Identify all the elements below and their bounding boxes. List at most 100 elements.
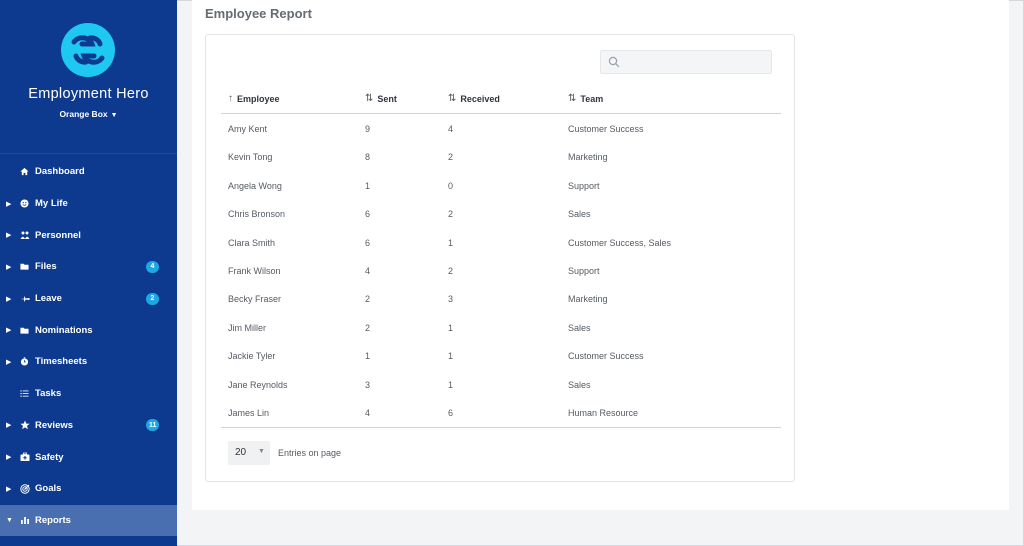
search-icon [608,56,620,68]
bar-chart-icon [19,515,30,526]
column-header-sent[interactable]: ⇅ Sent [365,93,397,104]
table-row[interactable]: Frank Wilson 4 2 Support [221,256,781,284]
employee-name-cell: Jackie Tyler [228,351,276,362]
sidebar-item-label: Safety [35,451,64,463]
column-header-received[interactable]: ⇅ Received [448,93,500,104]
sidebar-item-nominations[interactable]: ▶ Nominations [0,314,177,346]
caret-down-icon[interactable]: ▼ [6,517,13,524]
sidebar-item-label: Personnel [35,229,81,241]
caret-right-icon[interactable]: ▶ [6,453,12,461]
sidebar-nav: Dashboard ▶ My Life ▶ Personnel ▶ Files 4 ▶ Leave… [0,156,177,537]
table-row[interactable]: Chris Bronson 6 2 Sales [221,199,781,227]
sidebar-item-timesheets[interactable]: ▶ Timesheets [0,346,177,378]
people-icon [19,230,30,241]
employee-name-cell: Frank Wilson [228,265,281,276]
sent-count-cell: 8 [365,152,371,163]
team-cell: Human Resource [568,407,639,418]
sort-ascending-icon: ↑ [228,93,233,104]
caret-right-icon[interactable]: ▶ [6,421,12,429]
sidebar-item-label: Reports [35,514,71,526]
caret-right-icon[interactable]: ▶ [6,231,12,239]
table-row[interactable]: Becky Fraser 2 3 Marketing [221,284,781,312]
first-aid-icon [19,452,30,463]
sidebar-item-tasks[interactable]: Tasks [0,378,177,410]
sidebar-item-label: Dashboard [35,166,85,178]
column-header-team[interactable]: ⇅ Team [568,93,603,104]
table-row[interactable]: Jane Reynolds 3 1 Sales [221,370,781,398]
team-cell: Sales [568,322,591,333]
sidebar-item-safety[interactable]: ▶ Safety [0,441,177,473]
received-count-cell: 3 [448,294,454,305]
sidebar-item-personnel[interactable]: ▶ Personnel [0,219,177,251]
sidebar-item-label: My Life [35,198,68,210]
plane-icon [19,293,30,304]
org-name: Orange Box [59,109,108,119]
count-badge: 11 [146,419,160,432]
caret-right-icon[interactable]: ▶ [6,295,12,303]
smiley-icon [19,198,30,209]
team-cell: Support [568,180,600,191]
sidebar-item-reports[interactable]: ▼ Reports [0,504,177,537]
entries-per-page-select[interactable]: 20 ▼ [228,441,270,465]
table-row[interactable]: James Lin 4 6 Human Resource [221,398,781,426]
table-header: ↑ Employee ⇅ Sent ⇅ Received ⇅ Team [221,83,781,114]
received-count-cell: 0 [448,180,454,191]
employee-name-cell: Jane Reynolds [228,379,288,390]
sidebar-item-reviews[interactable]: ▶ Reviews 11 [0,410,177,442]
received-count-cell: 4 [448,124,454,134]
team-cell: Customer Success [568,124,644,134]
table-row[interactable]: Jim Miller 2 1 Sales [221,313,781,341]
received-count-cell: 6 [448,407,454,418]
employee-name-cell: Becky Fraser [228,294,282,305]
folder-icon [19,261,30,272]
sidebar-item-label: Leave [35,293,62,305]
sidebar-item-my-life[interactable]: ▶ My Life [0,188,177,220]
column-header-label: Received [460,93,500,104]
sent-count-cell: 9 [365,124,371,134]
sidebar-item-label: Reviews [35,419,74,431]
search-input[interactable] [623,51,769,73]
team-cell: Sales [568,209,591,220]
sidebar-item-dashboard[interactable]: Dashboard [0,156,177,188]
caret-down-icon: ▼ [258,448,265,455]
sent-count-cell: 2 [365,294,371,305]
team-cell: Sales [568,379,591,390]
team-cell: Customer Success, Sales [568,237,672,248]
sidebar-item-leave[interactable]: ▶ Leave 2 [0,283,177,315]
caret-right-icon[interactable]: ▶ [6,263,12,271]
sidebar-item-files[interactable]: ▶ Files 4 [0,251,177,283]
employment-hero-logo-icon[interactable] [60,22,116,78]
sent-count-cell: 6 [365,209,371,220]
sidebar-item-label: Files [35,261,57,273]
search-box[interactable] [600,50,772,74]
sidebar-item-goals[interactable]: ▶ Goals [0,473,177,505]
received-count-cell: 2 [448,152,454,163]
caret-right-icon[interactable]: ▶ [6,326,12,334]
sort-icon: ⇅ [568,93,577,104]
column-header-employee[interactable]: ↑ Employee [228,93,280,104]
table-footer-divider [221,427,781,428]
column-header-label: Team [580,93,604,104]
received-count-cell: 2 [448,209,454,220]
table-row[interactable]: Jackie Tyler 1 1 Customer Success [221,341,781,369]
entries-label: Entries on page [278,448,342,458]
sidebar-item-label: Tasks [35,388,62,400]
caret-right-icon[interactable]: ▶ [6,358,12,366]
caret-right-icon[interactable]: ▶ [6,485,12,493]
table-row[interactable]: Angela Wong 1 0 Support [221,171,781,199]
org-switcher[interactable]: Orange Box ▼ [0,109,177,119]
report-card: ↑ Employee ⇅ Sent ⇅ Received ⇅ Team Amy Kent… [205,34,795,482]
target-icon [19,483,30,494]
caret-down-icon: ▼ [110,112,118,119]
table-row[interactable]: Clara Smith 6 1 Customer Success, Sales [221,228,781,256]
received-count-cell: 2 [448,265,454,276]
table-body: Amy Kent 9 4 Customer Success Kevin Tong 8 2 Ma… [221,114,781,426]
table-row[interactable]: Kevin Tong 8 2 Marketing [221,142,781,170]
team-cell: Marketing [568,152,608,163]
home-icon [19,166,30,177]
table-row[interactable]: Amy Kent 9 4 Customer Success [221,114,781,142]
received-count-cell: 1 [448,237,454,248]
caret-right-icon[interactable]: ▶ [6,200,12,208]
column-header-label: Employee [237,93,280,104]
sidebar-item-label: Nominations [35,324,93,336]
